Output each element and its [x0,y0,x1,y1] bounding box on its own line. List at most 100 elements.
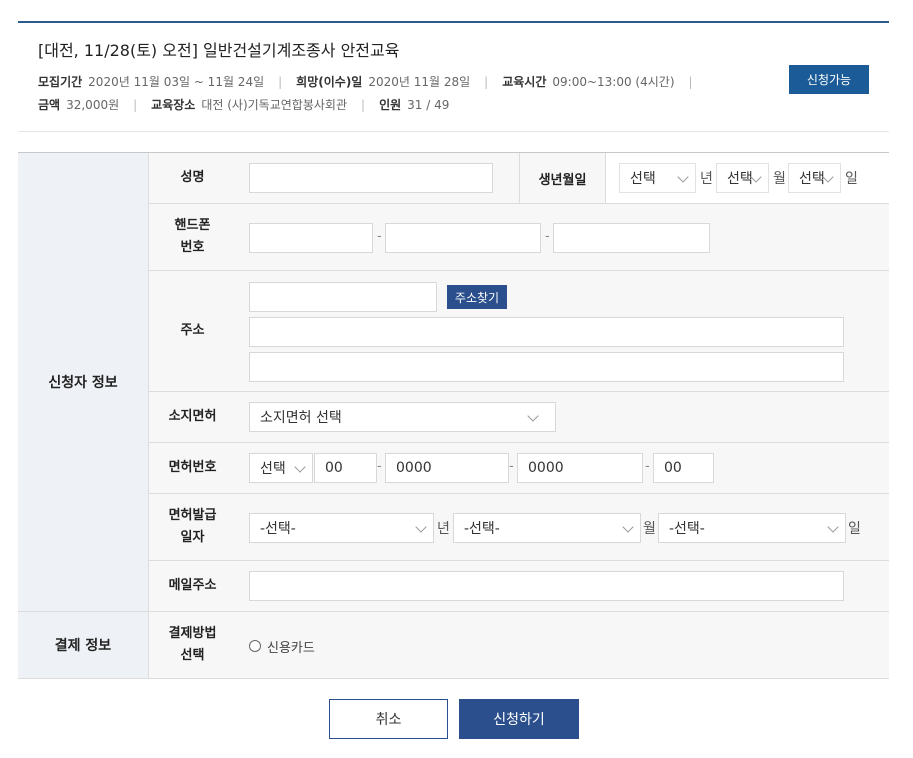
issue-month-value: -선택- [464,521,500,537]
issue-year-value: -선택- [260,521,296,537]
course-meta-row-2: 금액 32,000원 | 교육장소 대전 (사)기독교연합봉사회관 | 인원 3… [38,96,449,113]
wish-date-label: 희망(이수)일 [296,75,363,89]
application-form: 신청자 정보 성명 생년월일 선택 년 선택 월 선택 일 핸드폰 번호 - -… [18,152,889,679]
address-label: 주소 [149,271,236,391]
birth-day-unit: 일 [845,171,858,187]
chevron-down-icon [677,171,689,183]
license-number-input-4[interactable]: 00 [653,453,714,483]
issue-day-value: -선택- [669,521,705,537]
phone-input-1[interactable] [249,223,373,253]
birth-year-value: 선택 [630,171,656,187]
chevron-down-icon [415,521,427,533]
address-input-1[interactable] [249,317,844,347]
birth-month-select[interactable]: 선택 [716,163,769,193]
chevron-down-icon [527,410,539,422]
license-number-input-3[interactable]: 0000 [517,453,643,483]
email-label: 메일주소 [149,561,236,611]
edu-time-value: 09:00~13:00 (4시간) [552,75,675,89]
course-title: [대전, 11/28(토) 오전] 일반건설기계조종사 안전교육 [38,41,400,60]
license-region-select[interactable]: 선택 [249,453,313,483]
issue-month-select[interactable]: -선택- [453,513,641,543]
phone-cell: - - [236,204,889,270]
payment-section-label: 결제 정보 [18,612,149,679]
issue-year-unit: 년 [437,521,450,537]
row-payment-method: 결제방법 선택 신용카드 [149,612,889,679]
issue-date-cell: -선택- 년 -선택- 월 -선택- 일 [236,494,889,560]
issue-date-label-line-1: 면허발급 [168,508,217,523]
header-top-line [18,21,889,23]
birth-day-select[interactable]: 선택 [788,163,841,193]
meta-divider: | [278,74,283,89]
email-input[interactable] [249,571,844,601]
people-value: 31 / 49 [407,97,450,112]
phone-label-line-1: 핸드폰 [174,218,211,233]
license-number-separator: - [509,459,514,474]
fee-label: 금액 [38,98,61,112]
row-phone: 핸드폰 번호 - - [149,204,889,271]
license-number-separator: - [645,459,650,474]
zipcode-input[interactable] [249,282,437,312]
recruit-label: 모집기간 [38,75,83,89]
row-issue-date: 면허발급 일자 -선택- 년 -선택- 월 -선택- 일 [149,494,889,561]
issue-day-select[interactable]: -선택- [658,513,846,543]
license-number-input-2[interactable]: 0000 [385,453,509,483]
meta-divider: | [688,74,693,89]
payment-method-label-line-2: 선택 [180,648,205,663]
payment-method-label: 결제방법 선택 [149,612,236,678]
birth-cell: 선택 년 선택 월 선택 일 [606,153,889,203]
issue-date-label-line-2: 일자 [180,530,205,545]
birth-label: 생년월일 [519,153,606,203]
phone-label: 핸드폰 번호 [149,204,236,270]
phone-input-3[interactable] [553,223,710,253]
issue-date-label: 면허발급 일자 [149,494,236,560]
issue-day-unit: 일 [848,521,861,537]
birth-day-value: 선택 [799,171,825,187]
credit-card-label[interactable]: 신용카드 [267,637,315,656]
license-region-value: 선택 [260,461,286,477]
submit-button[interactable]: 신청하기 [459,699,579,739]
payment-method-label-line-1: 결제방법 [168,626,217,641]
recruit-value: 2020년 11월 03일 ~ 11월 24일 [88,75,265,89]
phone-separator: - [377,229,382,244]
birth-month-value: 선택 [727,171,753,187]
applicant-section-label: 신청자 정보 [18,153,149,612]
license-cell: 소지면허 선택 [236,392,889,442]
address-search-button[interactable]: 주소찾기 [447,285,507,309]
address-input-2[interactable] [249,352,844,382]
credit-card-radio[interactable] [249,640,261,652]
license-select-value: 소지면허 선택 [260,410,342,426]
row-address: 주소 주소찾기 [149,271,889,392]
issue-year-select[interactable]: -선택- [249,513,434,543]
email-cell [236,561,889,611]
name-label: 성명 [149,153,236,203]
license-number-input-1[interactable]: 00 [314,453,377,483]
phone-separator: - [545,229,550,244]
place-value: 대전 (사)기독교연합봉사회관 [201,98,348,112]
phone-input-2[interactable] [385,223,541,253]
phone-label-line-2: 번호 [180,240,205,255]
status-badge[interactable]: 신청가능 [789,65,869,94]
license-number-label: 면허번호 [149,443,236,493]
name-input[interactable] [249,163,493,193]
birth-year-select[interactable]: 선택 [619,163,696,193]
course-meta-row-1: 모집기간 2020년 11월 03일 ~ 11월 24일 | 희망(이수)일 2… [38,73,707,90]
row-email: 메일주소 [149,561,889,612]
address-cell: 주소찾기 [236,271,889,391]
payment-method-cell: 신용카드 [236,612,889,678]
place-label: 교육장소 [151,98,196,112]
meta-divider: | [361,97,366,112]
row-license-number: 면허번호 선택 00 - 0000 - 0000 - 00 [149,443,889,494]
issue-month-unit: 월 [643,521,656,537]
birth-year-unit: 년 [700,171,713,187]
meta-divider: | [133,97,138,112]
edu-time-label: 교육시간 [502,75,547,89]
license-number-cell: 선택 00 - 0000 - 0000 - 00 [236,443,889,493]
wish-date-value: 2020년 11월 28일 [368,75,471,89]
chevron-down-icon [622,521,634,533]
row-license: 소지면허 소지면허 선택 [149,392,889,443]
meta-divider: | [484,74,489,89]
license-select[interactable]: 소지면허 선택 [249,402,556,432]
birth-month-unit: 월 [773,171,786,187]
license-label: 소지면허 [149,392,236,442]
cancel-button[interactable]: 취소 [329,699,448,739]
